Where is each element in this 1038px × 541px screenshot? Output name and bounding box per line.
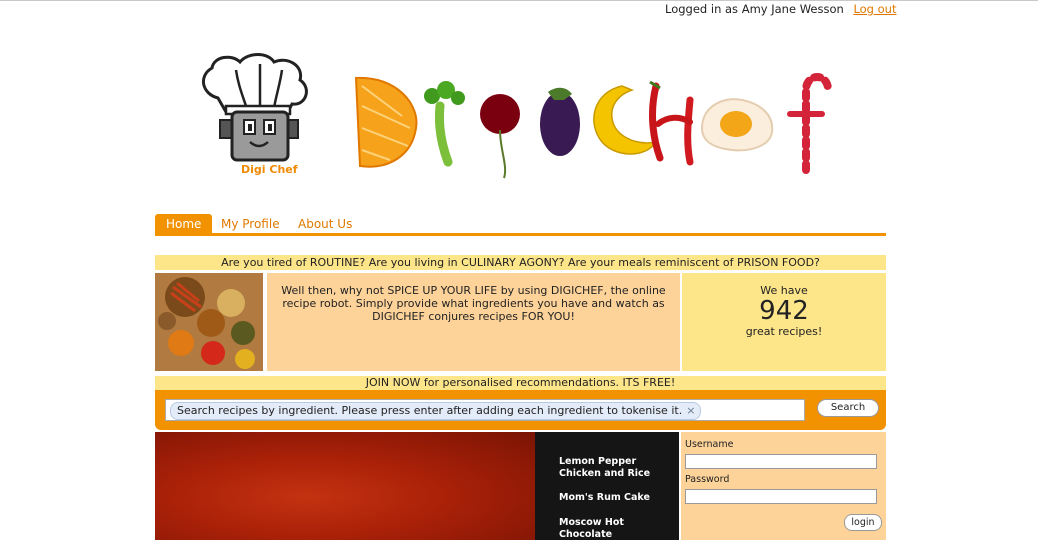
search-bar: Search recipes by ingredient. Please pre…	[155, 390, 886, 430]
tab-about-us[interactable]: About Us	[298, 214, 352, 234]
password-label: Password	[685, 474, 730, 485]
logout-link[interactable]: Log out	[853, 2, 896, 16]
tab-home[interactable]: Home	[155, 214, 213, 234]
nav-underline	[155, 233, 886, 236]
chef-robot-logo	[202, 53, 308, 162]
spices-image	[155, 273, 263, 371]
mascot-label: Digi Chef	[241, 163, 298, 176]
top-divider	[0, 0, 1038, 1]
token-text: Search recipes by ingredient. Please pre…	[177, 404, 683, 417]
promo-section: Well then, why not SPICE UP YOUR LIFE by…	[155, 273, 886, 371]
username-label: Username	[685, 439, 734, 450]
recipe-stats: We have 942 great recipes!	[682, 273, 886, 371]
digichef-food-logo	[354, 73, 832, 179]
recipe-link[interactable]: Moscow Hot Chocolate	[559, 517, 674, 541]
login-panel: Username Password login	[681, 432, 886, 540]
main-nav: Home My Profile About Us	[155, 214, 886, 234]
ingredient-token: Search recipes by ingredient. Please pre…	[170, 402, 702, 420]
featured-recipe-list: Lemon Pepper Chicken and Rice Mom's Rum …	[535, 432, 679, 540]
logged-in-text: Logged in as Amy Jane Wesson	[665, 2, 844, 16]
stats-suffix: great recipes!	[745, 325, 823, 338]
promo-text: Well then, why not SPICE UP YOUR LIFE by…	[267, 273, 680, 371]
search-button[interactable]: Search	[817, 399, 879, 417]
tagline-banner: Are you tired of ROUTINE? Are you living…	[155, 255, 886, 270]
login-status: Logged in as Amy Jane Wesson Log out	[665, 2, 896, 16]
ingredient-search-input[interactable]: Search recipes by ingredient. Please pre…	[165, 399, 805, 421]
username-field[interactable]	[685, 454, 877, 469]
token-remove-icon[interactable]: ×	[686, 404, 695, 417]
recipe-count: 942	[759, 296, 809, 326]
join-banner: JOIN NOW for personalised recommendation…	[155, 376, 886, 390]
recipe-link[interactable]: Mom's Rum Cake	[559, 492, 674, 504]
tab-my-profile[interactable]: My Profile	[221, 214, 280, 234]
login-button[interactable]: login	[844, 514, 882, 531]
password-field[interactable]	[685, 489, 877, 504]
featured-recipe-image[interactable]	[155, 432, 535, 540]
recipe-link[interactable]: Lemon Pepper Chicken and Rice	[559, 456, 674, 480]
